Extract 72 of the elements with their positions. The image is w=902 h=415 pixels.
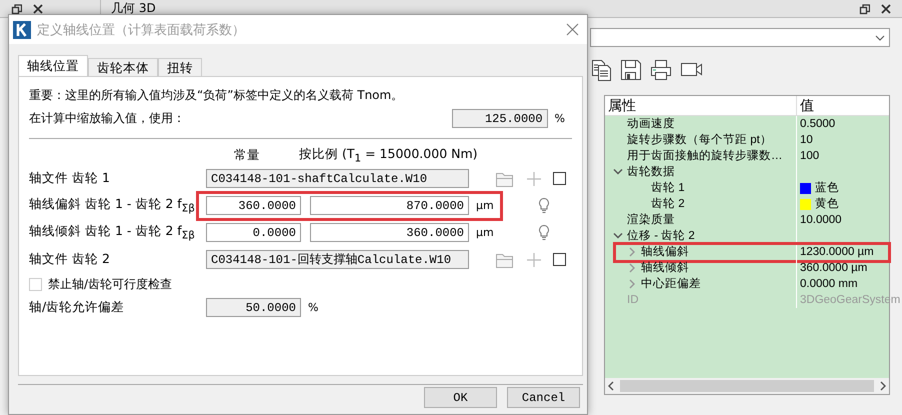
- property-name: 齿轮 2: [651, 196, 685, 212]
- property-name: 渲染质量: [627, 212, 675, 228]
- field-label: 轴文件 齿轮 1: [29, 170, 111, 187]
- field-label: 轴文件 齿轮 2: [29, 251, 111, 268]
- copy-icon[interactable]: [590, 59, 612, 81]
- number-field[interactable]: 360.0000: [310, 223, 469, 242]
- pane-title: 几何 3D: [111, 0, 156, 17]
- number-field[interactable]: 0.0000: [206, 223, 301, 242]
- unit-label: µm: [476, 226, 494, 239]
- scrollbar-thumb[interactable]: [620, 380, 874, 392]
- close-icon[interactable]: [880, 2, 892, 14]
- property-name: 动画速度: [627, 116, 675, 132]
- cancel-button[interactable]: Cancel: [507, 387, 580, 408]
- horizontal-scrollbar[interactable]: [605, 378, 889, 394]
- scroll-left-icon[interactable]: [608, 381, 615, 391]
- dropdown-field[interactable]: [590, 28, 890, 47]
- scale-field[interactable]: 125.0000: [452, 109, 548, 128]
- column-header: 按比例 (T$_{1}$ = 15000.000 Nm): [299, 146, 478, 164]
- property-value: 10.0000: [800, 213, 842, 228]
- field-label: 轴线偏斜 齿轮 1 - 齿轮 2 f$_{Σβ}$: [29, 196, 196, 215]
- property-name: 中心距偏差: [641, 276, 701, 292]
- number-field[interactable]: 360.0000: [206, 196, 301, 215]
- light-bulb-icon[interactable]: [538, 224, 550, 241]
- field-label: 在计算中缩放输入值，使用：: [29, 110, 185, 127]
- unit-label: %: [554, 112, 565, 125]
- file-path-field[interactable]: C034148-101-shaftCalculate.W10: [206, 169, 469, 188]
- collapse-caret-icon[interactable]: [613, 167, 623, 177]
- dialog-title: 定义轴线位置（计算表面载荷系数）: [37, 22, 245, 38]
- property-value: 10: [800, 133, 813, 148]
- property-value: 0.5000: [800, 117, 836, 132]
- property-name: 位移 - 齿轮 2: [627, 228, 695, 244]
- checkbox[interactable]: [553, 253, 566, 266]
- collapse-caret-icon[interactable]: [613, 231, 623, 241]
- property-value: 0.0000 mm: [800, 277, 858, 292]
- close-icon[interactable]: [32, 2, 44, 14]
- property-value: 100: [800, 149, 820, 164]
- property-name: 齿轮 1: [651, 180, 685, 196]
- number-field[interactable]: 870.0000: [310, 196, 469, 215]
- property-name: 轴线偏斜: [641, 244, 689, 260]
- unit-label: µm: [476, 199, 494, 212]
- field-label: 轴线倾斜 齿轮 1 - 齿轮 2 f$_{Σβ}$: [29, 223, 196, 242]
- chevron-icon: [875, 34, 885, 42]
- file-path-field[interactable]: C034148-101-回转支撑轴Calculate.W10: [206, 250, 469, 269]
- property-name-disabled: ID: [627, 293, 638, 308]
- property-value: 蓝色: [815, 180, 839, 196]
- tab[interactable]: 齿轮本体: [88, 58, 158, 76]
- light-bulb-icon[interactable]: [538, 197, 550, 214]
- property-value: 黄色: [815, 196, 839, 212]
- property-value: 1230.0000 µm: [800, 245, 874, 260]
- note-text: 重要：这里的所有输入值均涉及“负荷”标签中定义的名义载荷 Tnom。: [29, 87, 404, 104]
- property-name: 轴线倾斜: [641, 260, 689, 276]
- printer-icon[interactable]: [650, 59, 672, 81]
- ok-button[interactable]: OK: [424, 387, 497, 408]
- restore-icon[interactable]: [858, 2, 870, 14]
- tab[interactable]: 扭转: [158, 58, 202, 76]
- property-value: 360.0000 µm: [800, 261, 868, 276]
- tolerance-field[interactable]: 50.0000: [206, 298, 301, 317]
- property-name: 旋转步骤数（每个节距 pt）: [627, 132, 772, 148]
- checkbox-label: 禁止轴/齿轮可行度检查: [48, 276, 172, 293]
- restore-icon[interactable]: [10, 2, 22, 14]
- column-header: 属性: [605, 96, 797, 115]
- tab[interactable]: 轴线位置: [18, 55, 88, 76]
- property-name: 齿轮数据: [627, 164, 675, 180]
- property-name: 用于齿面接触的旋转步骤数…: [627, 148, 782, 164]
- save-icon[interactable]: [620, 59, 642, 81]
- app-logo-icon: [13, 20, 31, 38]
- scroll-right-icon[interactable]: [879, 381, 886, 391]
- unit-label: %: [308, 301, 318, 314]
- column-header: 值: [799, 96, 815, 115]
- checkbox[interactable]: [553, 172, 566, 185]
- column-header: 常量: [234, 146, 260, 164]
- field-label: 轴/齿轮允许偏差: [29, 299, 126, 316]
